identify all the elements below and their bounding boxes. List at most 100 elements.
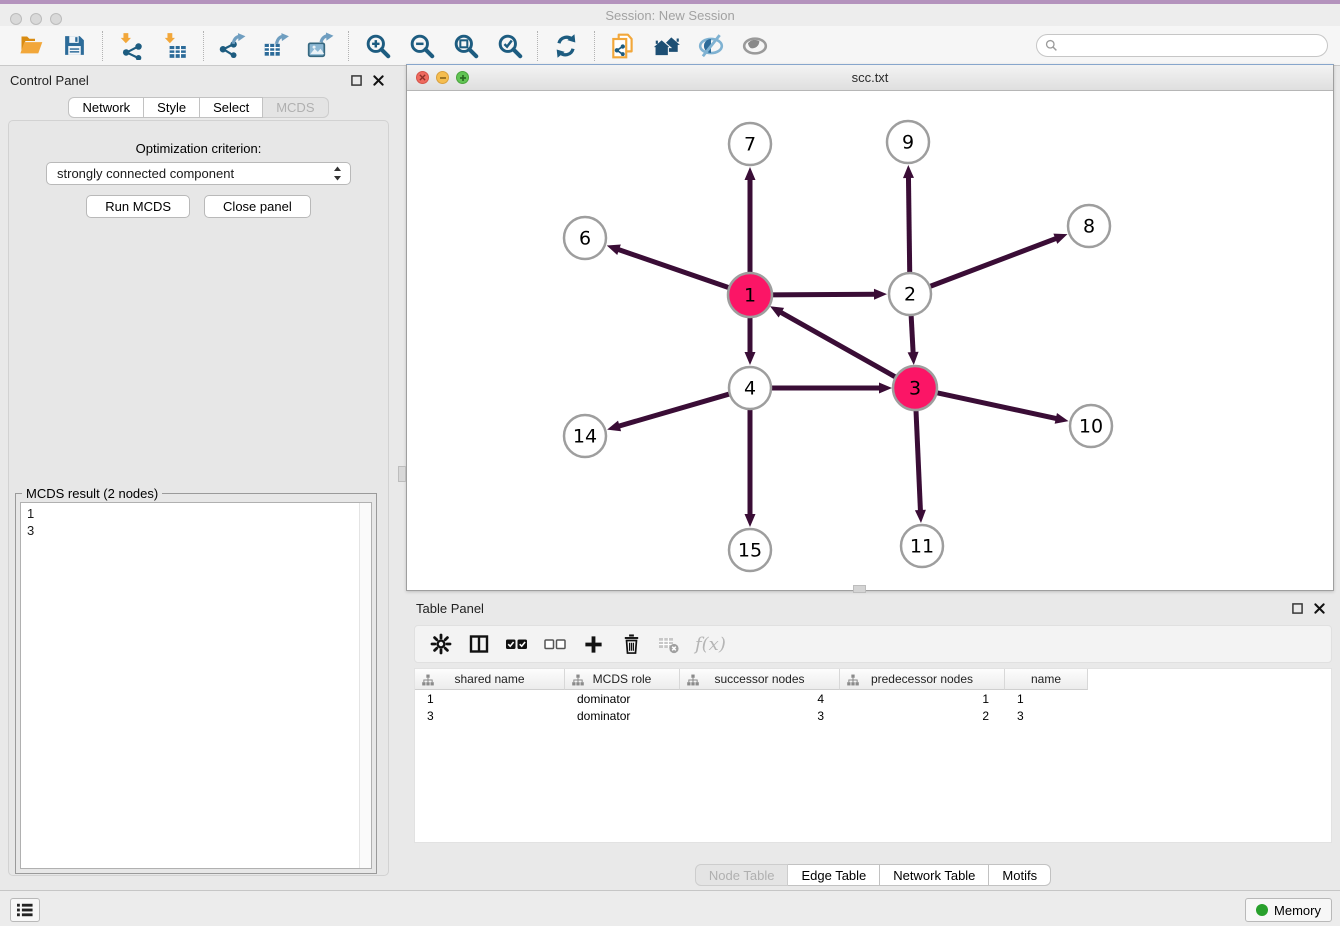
search-input[interactable] xyxy=(1063,38,1319,53)
import-table-button[interactable] xyxy=(153,28,197,64)
network-graph[interactable]: 1234678910111415 xyxy=(407,91,1333,588)
splitter-grip-horizontal[interactable] xyxy=(853,585,866,593)
deselect-all-columns-button[interactable] xyxy=(541,630,569,658)
float-table-panel-button[interactable] xyxy=(1288,600,1306,616)
apply-function-button[interactable]: f(x) xyxy=(693,630,726,658)
minimize-network-button[interactable] xyxy=(436,71,449,84)
delete-table-icon xyxy=(657,633,681,655)
column-header-predecessor-nodes[interactable]: predecessor nodes xyxy=(840,669,1005,690)
node-table[interactable]: shared nameMCDS rolesuccessor nodesprede… xyxy=(414,668,1332,843)
add-column-button[interactable] xyxy=(579,630,607,658)
tab-select[interactable]: Select xyxy=(200,97,263,118)
column-view-button[interactable] xyxy=(465,630,493,658)
close-mcds-panel-button[interactable]: Close panel xyxy=(204,195,311,218)
table-panel-title: Table Panel xyxy=(416,601,484,616)
export-network-button[interactable] xyxy=(210,28,254,64)
eye-slash-icon xyxy=(697,33,725,59)
edge-1-6[interactable] xyxy=(616,249,732,289)
edge-3-1[interactable] xyxy=(779,311,899,378)
optimization-criterion-select[interactable]: strongly connected component xyxy=(46,162,351,185)
save-session-button[interactable] xyxy=(52,28,96,64)
column-header-successor-nodes[interactable]: successor nodes xyxy=(680,669,840,690)
tab-node-table[interactable]: Node Table xyxy=(695,864,789,886)
network-window-titlebar[interactable]: scc.txt xyxy=(407,65,1333,91)
column-header-name[interactable]: name xyxy=(1005,669,1088,690)
edge-arrowhead xyxy=(1053,234,1067,244)
gear-icon xyxy=(430,633,452,655)
close-table-panel-button[interactable] xyxy=(1310,600,1328,616)
table-cell[interactable]: 1 xyxy=(415,692,565,706)
tab-network[interactable]: Network xyxy=(68,97,144,118)
mcds-result-text[interactable]: 1 3 xyxy=(20,502,372,869)
task-history-button[interactable] xyxy=(10,898,40,922)
edge-2-8[interactable] xyxy=(928,238,1058,288)
graph-node-label-1: 1 xyxy=(744,285,756,307)
run-mcds-button[interactable]: Run MCDS xyxy=(86,195,190,218)
float-panel-button[interactable] xyxy=(347,72,365,88)
table-cell[interactable]: 3 xyxy=(415,709,565,723)
zoom-in-button[interactable] xyxy=(355,28,399,64)
edge-2-9[interactable] xyxy=(908,175,909,275)
export-table-button[interactable] xyxy=(254,28,298,64)
tab-network-table[interactable]: Network Table xyxy=(880,864,989,886)
edge-1-2[interactable] xyxy=(769,294,877,295)
import-network-button[interactable] xyxy=(109,28,153,64)
close-window-button[interactable] xyxy=(10,13,22,25)
edge-2-3[interactable] xyxy=(911,313,913,355)
tab-style[interactable]: Style xyxy=(144,97,200,118)
tab-edge-table[interactable]: Edge Table xyxy=(788,864,880,886)
table-cell[interactable]: 3 xyxy=(1005,709,1088,723)
close-panel-button[interactable] xyxy=(369,72,387,88)
table-cell[interactable]: dominator xyxy=(565,692,680,706)
zoom-out-button[interactable] xyxy=(399,28,443,64)
export-image-button[interactable] xyxy=(298,28,342,64)
delete-column-button[interactable] xyxy=(617,630,645,658)
column-header-MCDS-role[interactable]: MCDS role xyxy=(565,669,680,690)
delete-table-button[interactable] xyxy=(655,630,683,658)
node-table-body: 1dominator4113dominator323 xyxy=(415,690,1331,724)
show-all-networks-button[interactable] xyxy=(645,28,689,64)
close-network-button[interactable] xyxy=(416,71,429,84)
open-file-button[interactable] xyxy=(8,28,52,64)
tab-motifs[interactable]: Motifs xyxy=(989,864,1051,886)
graph-node-label-4: 4 xyxy=(744,378,756,400)
org-chart-icon xyxy=(422,674,434,686)
table-cell[interactable]: 3 xyxy=(680,709,840,723)
duplicate-network-icon xyxy=(609,32,637,60)
graph-node-label-8: 8 xyxy=(1083,216,1095,238)
table-row-2[interactable]: 3dominator323 xyxy=(415,707,1331,724)
select-all-columns-button[interactable] xyxy=(503,630,531,658)
refresh-layout-button[interactable] xyxy=(544,28,588,64)
maximize-network-button[interactable] xyxy=(456,71,469,84)
edge-3-10[interactable] xyxy=(934,392,1059,419)
edge-3-11[interactable] xyxy=(916,407,921,513)
table-cell[interactable]: 2 xyxy=(840,709,1005,723)
import-network-icon xyxy=(117,32,145,60)
result-scrollbar[interactable] xyxy=(359,503,371,868)
memory-button[interactable]: Memory xyxy=(1245,898,1332,922)
column-header-shared-name[interactable]: shared name xyxy=(415,669,565,690)
edge-arrowhead xyxy=(908,352,919,365)
show-hidden-button[interactable] xyxy=(733,28,777,64)
splitter-grip-vertical[interactable] xyxy=(398,466,406,482)
table-cell[interactable]: 4 xyxy=(680,692,840,706)
graph-node-label-7: 7 xyxy=(744,134,756,156)
table-cell[interactable]: 1 xyxy=(840,692,1005,706)
duplicate-network-button[interactable] xyxy=(601,28,645,64)
zoom-window-button[interactable] xyxy=(50,13,62,25)
hide-selected-button[interactable] xyxy=(689,28,733,64)
edge-4-14[interactable] xyxy=(617,393,732,426)
mcds-result-title: MCDS result (2 nodes) xyxy=(22,486,162,501)
zoom-selected-button[interactable] xyxy=(487,28,531,64)
table-cell[interactable]: 1 xyxy=(1005,692,1088,706)
close-icon xyxy=(1314,603,1325,614)
table-cell[interactable]: dominator xyxy=(565,709,680,723)
minimize-window-button[interactable] xyxy=(30,13,42,25)
window-controls[interactable] xyxy=(10,13,62,25)
tab-mcds[interactable]: MCDS xyxy=(263,97,328,118)
network-canvas[interactable]: 1234678910111415 xyxy=(407,91,1333,590)
toolbar-search[interactable] xyxy=(1036,34,1328,57)
zoom-fit-button[interactable] xyxy=(443,28,487,64)
table-settings-button[interactable] xyxy=(427,630,455,658)
table-row-1[interactable]: 1dominator411 xyxy=(415,690,1331,707)
